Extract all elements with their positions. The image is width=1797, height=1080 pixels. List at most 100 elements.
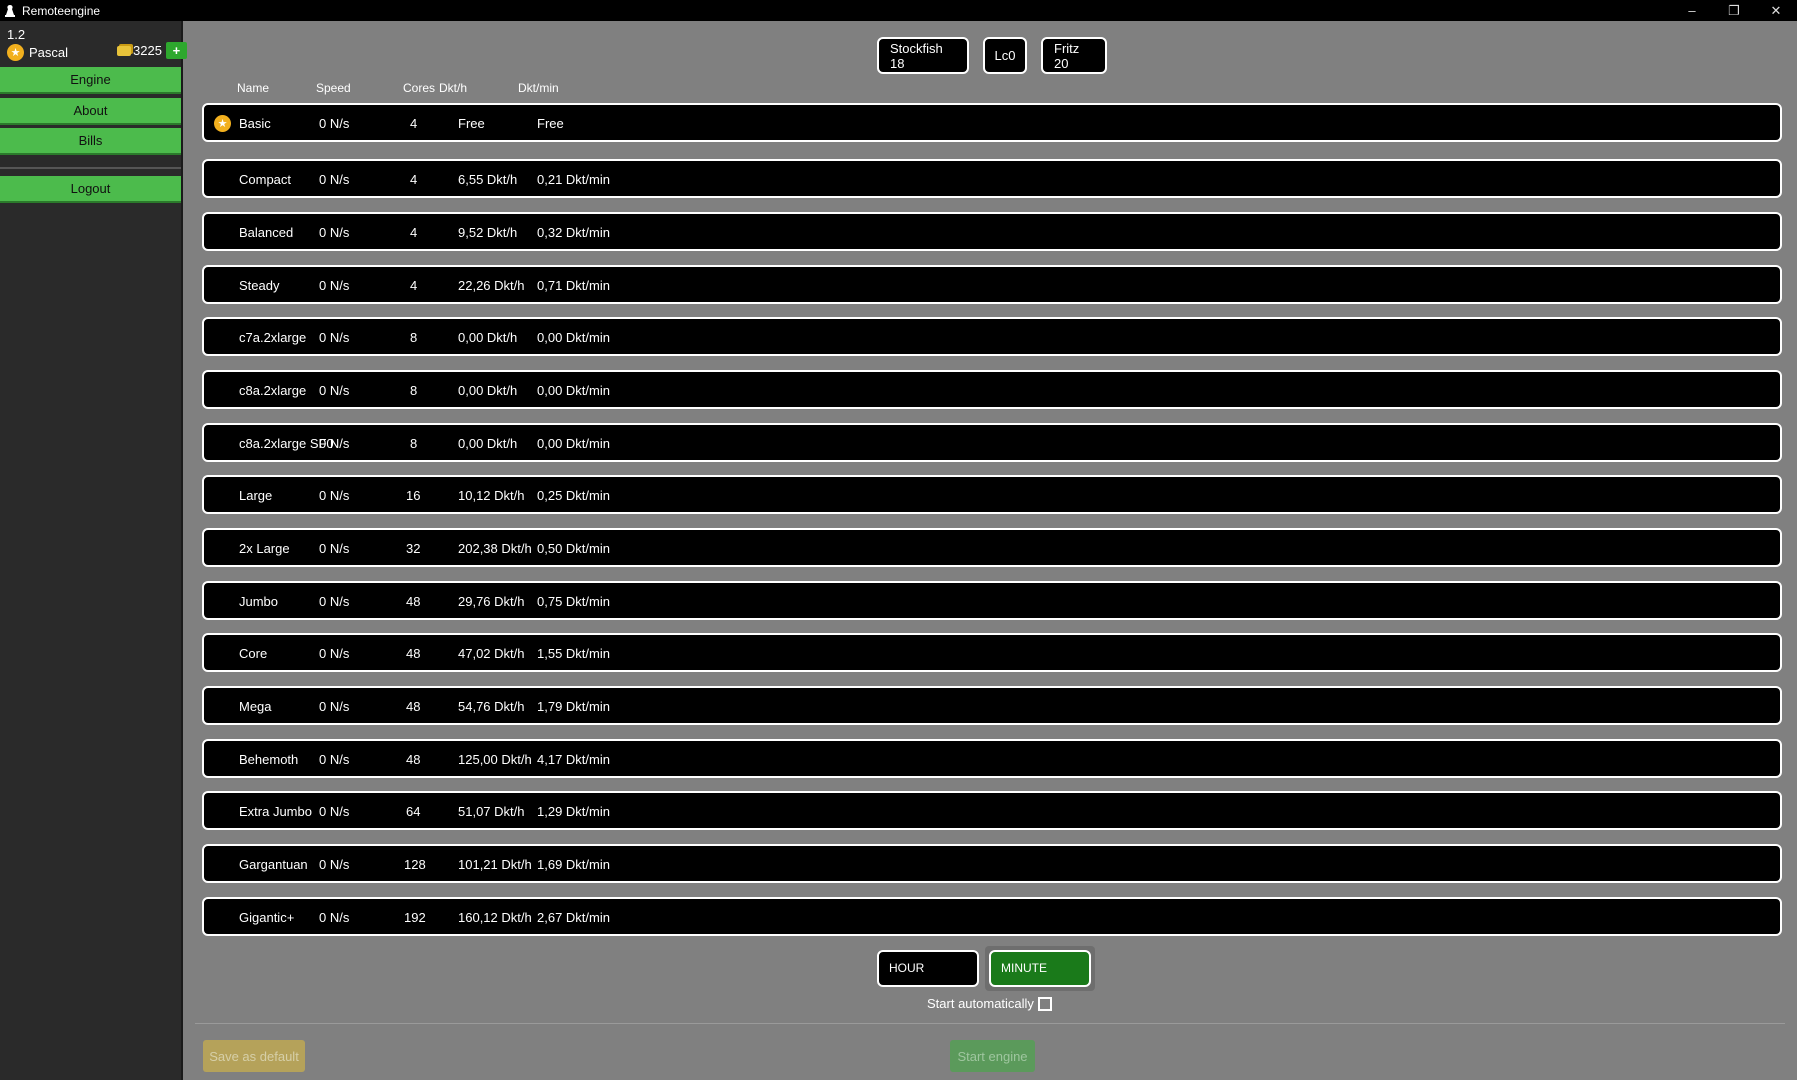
- row-speed: 0 N/s: [319, 436, 350, 451]
- row-name: Basic: [239, 116, 271, 131]
- row-dkt-h: 101,21 Dkt/h: [458, 857, 532, 872]
- title-bar: Remoteengine – ❐ ✕: [0, 0, 1797, 21]
- row-dkt-h: 29,76 Dkt/h: [458, 594, 525, 609]
- instance-row[interactable]: 2x Large 0 N/s 32 202,38 Dkt/h 0,50 Dkt/min: [202, 528, 1782, 567]
- row-name: Gigantic+: [239, 910, 295, 925]
- row-dkt-min: 0,71 Dkt/min: [537, 278, 610, 293]
- row-speed: 0 N/s: [319, 383, 350, 398]
- coin-count: 3225: [133, 43, 162, 58]
- row-name: c8a.2xlarge: [239, 383, 307, 398]
- row-cores: 48: [406, 699, 421, 714]
- row-dkt-min: 0,00 Dkt/min: [537, 330, 610, 345]
- instance-row[interactable]: Mega 0 N/s 48 54,76 Dkt/h 1,79 Dkt/min: [202, 686, 1782, 725]
- row-cores: 8: [410, 330, 418, 345]
- instance-row[interactable]: Gigantic+ 0 N/s 192 160,12 Dkt/h 2,67 Dkt/mi…: [202, 897, 1782, 936]
- row-speed: 0 N/s: [319, 910, 350, 925]
- column-header-speed: Speed: [316, 81, 351, 95]
- footer-divider: [195, 1023, 1785, 1024]
- row-speed: 0 N/s: [319, 116, 350, 131]
- instance-row[interactable]: Steady 0 N/s 4 22,26 Dkt/h 0,71 Dkt/min: [202, 265, 1782, 304]
- close-icon[interactable]: ✕: [1755, 0, 1797, 21]
- row-dkt-min: 0,50 Dkt/min: [537, 541, 610, 556]
- row-cores: 16: [406, 488, 421, 503]
- row-speed: 0 N/s: [319, 752, 350, 767]
- user-name: Pascal: [29, 44, 69, 60]
- row-dkt-min: 0,75 Dkt/min: [537, 594, 610, 609]
- engine-tabs: Stockfish 18 Lc0 Fritz 20: [877, 37, 1107, 74]
- add-coins-button[interactable]: +: [165, 42, 187, 59]
- minimize-icon[interactable]: –: [1671, 0, 1713, 21]
- coin-balance: 3225 +: [117, 42, 187, 59]
- nav-about-button[interactable]: About: [0, 98, 181, 125]
- instance-row[interactable]: Jumbo 0 N/s 48 29,76 Dkt/h 0,75 Dkt/min: [202, 581, 1782, 620]
- row-dkt-h: Free: [458, 116, 485, 131]
- column-header-cores: Cores: [403, 81, 436, 95]
- billing-unit-toggle: HOUR MINUTE: [877, 945, 1095, 991]
- instance-row[interactable]: c8a.2xlarge 0 N/s 8 0,00 Dkt/h 0,00 Dkt/min: [202, 370, 1782, 409]
- star-icon: ★: [214, 115, 231, 132]
- row-dkt-h: 10,12 Dkt/h: [458, 488, 525, 503]
- row-dkt-h: 54,76 Dkt/h: [458, 699, 525, 714]
- row-dkt-h: 0,00 Dkt/h: [458, 436, 518, 451]
- row-speed: 0 N/s: [319, 646, 350, 661]
- nav-bills-button[interactable]: Bills: [0, 128, 181, 155]
- instance-row[interactable]: ★ Basic 0 N/s 4 Free Free: [202, 103, 1782, 142]
- unit-hour-button[interactable]: HOUR: [877, 949, 979, 987]
- nav-engine-button[interactable]: Engine: [0, 67, 181, 94]
- row-name: Gargantuan: [239, 857, 308, 872]
- engine-tab-lc0[interactable]: Lc0: [983, 37, 1027, 74]
- row-speed: 0 N/s: [319, 857, 350, 872]
- engine-tab-fritz[interactable]: Fritz 20: [1041, 37, 1107, 74]
- instance-row[interactable]: Compact 0 N/s 4 6,55 Dkt/h 0,21 Dkt/min: [202, 159, 1782, 198]
- main-panel: Stockfish 18 Lc0 Fritz 20 Name Speed Cor…: [185, 21, 1797, 1080]
- instance-row[interactable]: Core 0 N/s 48 47,02 Dkt/h 1,55 Dkt/min: [202, 633, 1782, 672]
- maximize-icon[interactable]: ❐: [1713, 0, 1755, 21]
- logout-button[interactable]: Logout: [0, 176, 181, 203]
- row-dkt-min: 2,67 Dkt/min: [537, 910, 610, 925]
- row-cores: 192: [404, 910, 426, 925]
- row-cores: 48: [406, 594, 421, 609]
- row-cores: 48: [406, 752, 421, 767]
- instance-row[interactable]: Balanced 0 N/s 4 9,52 Dkt/h 0,32 Dkt/min: [202, 212, 1782, 251]
- row-dkt-min: 1,55 Dkt/min: [537, 646, 610, 661]
- row-speed: 0 N/s: [319, 804, 350, 819]
- row-dkt-min: 1,29 Dkt/min: [537, 804, 610, 819]
- row-name: Steady: [239, 278, 280, 293]
- instance-row[interactable]: Large 0 N/s 16 10,12 Dkt/h 0,25 Dkt/min: [202, 475, 1782, 514]
- row-dkt-h: 22,26 Dkt/h: [458, 278, 525, 293]
- row-dkt-min: 0,32 Dkt/min: [537, 225, 610, 240]
- row-name: Balanced: [239, 225, 294, 240]
- row-dkt-min: 0,21 Dkt/min: [537, 172, 610, 187]
- column-header-dkt-h: Dkt/h: [439, 81, 468, 95]
- column-header-name: Name: [237, 81, 270, 95]
- instance-row[interactable]: Extra Jumbo 0 N/s 64 51,07 Dkt/h 1,29 Dkt/mi…: [202, 791, 1782, 830]
- instance-row[interactable]: Behemoth 0 N/s 48 125,00 Dkt/h 4,17 Dkt/min: [202, 739, 1782, 778]
- row-dkt-h: 160,12 Dkt/h: [458, 910, 532, 925]
- instance-row[interactable]: c7a.2xlarge 0 N/s 8 0,00 Dkt/h 0,00 Dkt/min: [202, 317, 1782, 356]
- row-speed: 0 N/s: [319, 488, 350, 503]
- row-cores: 64: [406, 804, 421, 819]
- autostart-row: Start automatically: [927, 996, 1052, 1011]
- row-name: Large: [239, 488, 273, 503]
- autostart-checkbox[interactable]: [1037, 996, 1052, 1011]
- row-name: Jumbo: [239, 594, 279, 609]
- window-controls: – ❐ ✕: [1671, 0, 1797, 21]
- row-dkt-h: 125,00 Dkt/h: [458, 752, 532, 767]
- engine-tab-stockfish[interactable]: Stockfish 18: [877, 37, 969, 74]
- row-cores: 8: [410, 383, 418, 398]
- save-as-default-button[interactable]: Save as default: [203, 1040, 305, 1072]
- row-cores: 4: [410, 225, 418, 240]
- row-dkt-h: 6,55 Dkt/h: [458, 172, 518, 187]
- row-dkt-h: 9,52 Dkt/h: [458, 225, 518, 240]
- instance-row[interactable]: c8a.2xlarge SF0 0 N/s 8 0,00 Dkt/h 0,00 Dkt/…: [202, 423, 1782, 462]
- row-name: Core: [239, 646, 268, 661]
- version-label: 1.2: [7, 27, 26, 42]
- unit-minute-button[interactable]: MINUTE: [989, 949, 1091, 987]
- row-speed: 0 N/s: [319, 594, 350, 609]
- sidebar: 1.2 ★ Pascal 3225 + Engine About Bills L…: [0, 21, 187, 1080]
- instance-row[interactable]: Gargantuan 0 N/s 128 101,21 Dkt/h 1,69 Dkt/m…: [202, 844, 1782, 883]
- row-name: c7a.2xlarge: [239, 330, 307, 345]
- start-engine-button[interactable]: Start engine: [950, 1040, 1035, 1072]
- row-name: Mega: [239, 699, 272, 714]
- row-speed: 0 N/s: [319, 541, 350, 556]
